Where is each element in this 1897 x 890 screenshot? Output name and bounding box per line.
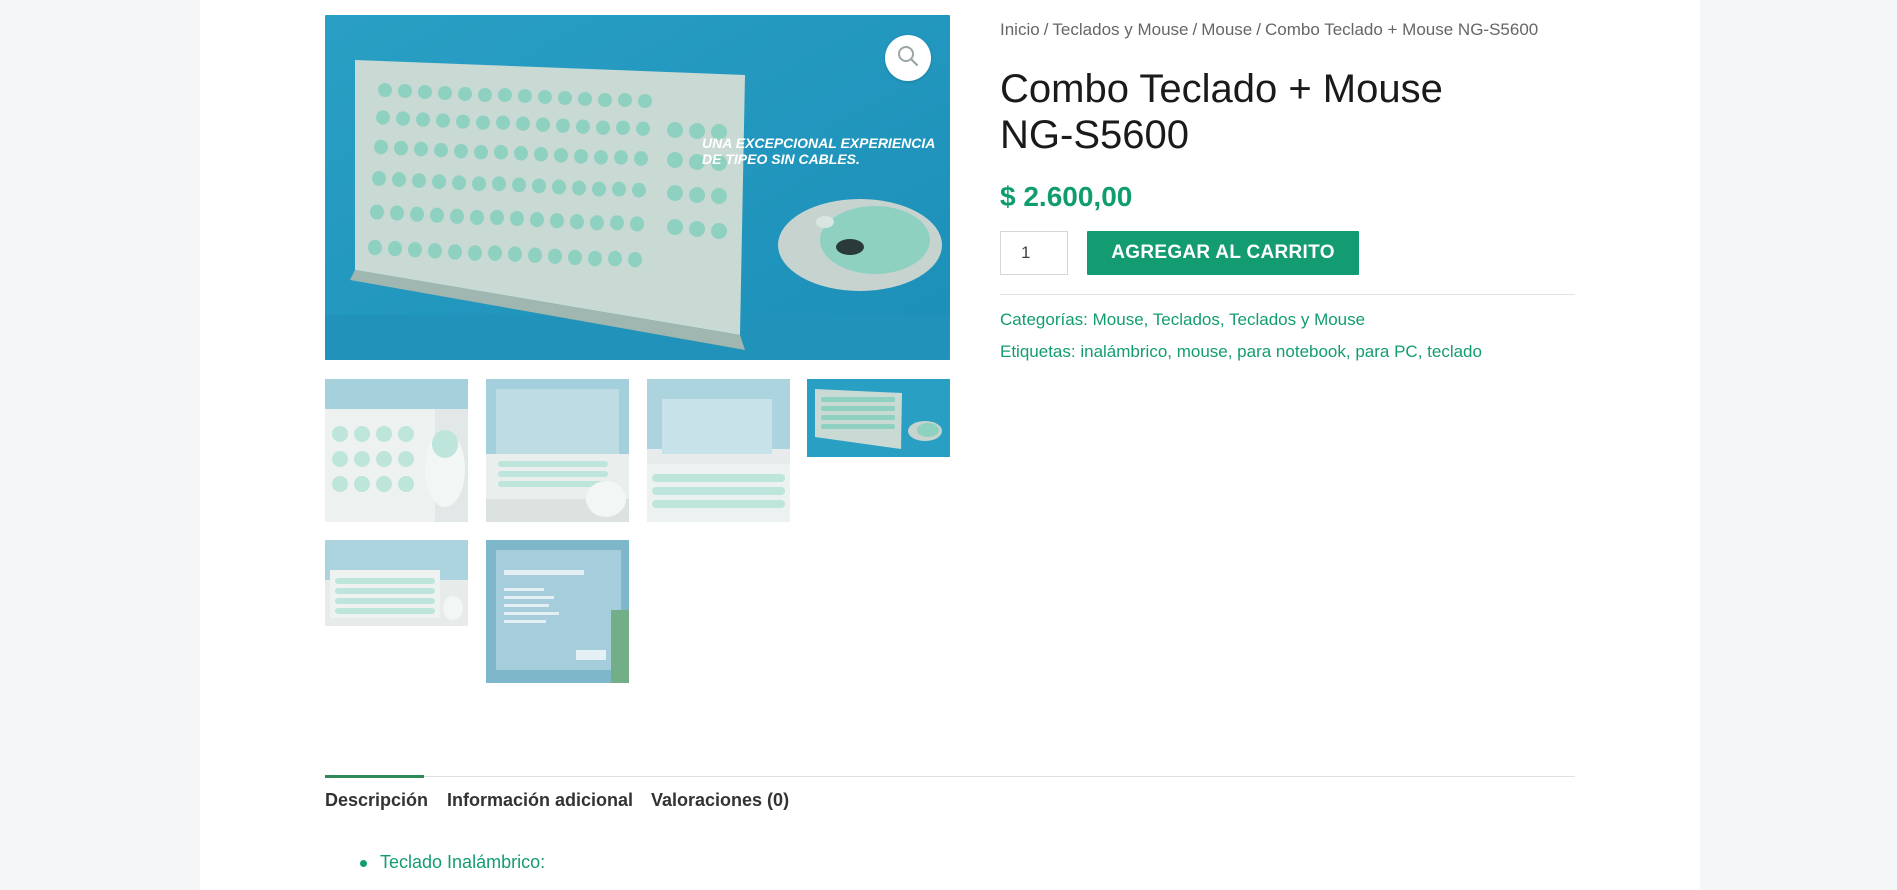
quantity-input[interactable] xyxy=(1000,231,1068,275)
product-thumbnail-2[interactable] xyxy=(486,379,629,522)
product-thumbnail-5[interactable] xyxy=(325,540,468,626)
breadcrumb-subcategory-link[interactable]: Mouse xyxy=(1201,20,1252,39)
tab-additional-info[interactable]: Información adicional xyxy=(447,790,633,811)
categories-label: Categorías: xyxy=(1000,310,1088,329)
tab-description[interactable]: Descripción xyxy=(325,790,428,811)
product-main-image[interactable]: UNA EXCEPCIONAL EXPERIENCIA DE TIPEO SIN… xyxy=(325,15,950,360)
tab-reviews[interactable]: Valoraciones (0) xyxy=(651,790,789,811)
tabs-divider xyxy=(325,776,1575,777)
product-price: $ 2.600,00 xyxy=(1000,181,1133,212)
product-title: Combo Teclado + Mouse NG-S5600 xyxy=(1000,67,1443,157)
meta-divider xyxy=(1000,294,1575,295)
product-thumbnail-1[interactable] xyxy=(325,379,468,522)
tags-links[interactable]: inalámbrico, mouse, para notebook, para … xyxy=(1080,342,1482,361)
breadcrumb: Inicio / Teclados y Mouse / Mouse / Combo Tecl… xyxy=(1000,20,1538,40)
breadcrumb-separator: / xyxy=(1043,20,1049,39)
list-item: Teclado Inalámbrico: xyxy=(360,852,545,873)
product-thumbnail-4[interactable] xyxy=(807,379,950,457)
magnifier-icon xyxy=(896,44,920,73)
zoom-button[interactable] xyxy=(885,35,931,81)
active-tab-indicator xyxy=(325,775,424,778)
tags-label: Etiquetas: xyxy=(1000,342,1076,361)
product-categories: Categorías: Mouse, Teclados, Teclados y … xyxy=(1000,310,1365,330)
breadcrumb-category-link[interactable]: Teclados y Mouse xyxy=(1052,20,1188,39)
breadcrumb-separator: / xyxy=(1256,20,1261,39)
product-thumbnail-6[interactable] xyxy=(486,540,629,683)
breadcrumb-separator: / xyxy=(1192,20,1198,39)
description-list: Teclado Inalámbrico: xyxy=(360,852,545,873)
breadcrumb-home-link[interactable]: Inicio xyxy=(1000,20,1040,39)
image-slogan-line1: UNA EXCEPCIONAL EXPERIENCIA xyxy=(702,135,935,151)
breadcrumb-current: Combo Teclado + Mouse NG-S5600 xyxy=(1265,20,1539,39)
categories-links[interactable]: Mouse, Teclados, Teclados y Mouse xyxy=(1093,310,1365,329)
product-tags: Etiquetas: inalámbrico, mouse, para note… xyxy=(1000,342,1482,362)
image-slogan-line2: DE TIPEO SIN CABLES. xyxy=(702,151,860,167)
add-to-cart-button[interactable]: AGREGAR AL CARRITO xyxy=(1087,231,1359,275)
product-thumbnail-3[interactable] xyxy=(647,379,790,522)
product-page: UNA EXCEPCIONAL EXPERIENCIA DE TIPEO SIN… xyxy=(200,0,1700,890)
